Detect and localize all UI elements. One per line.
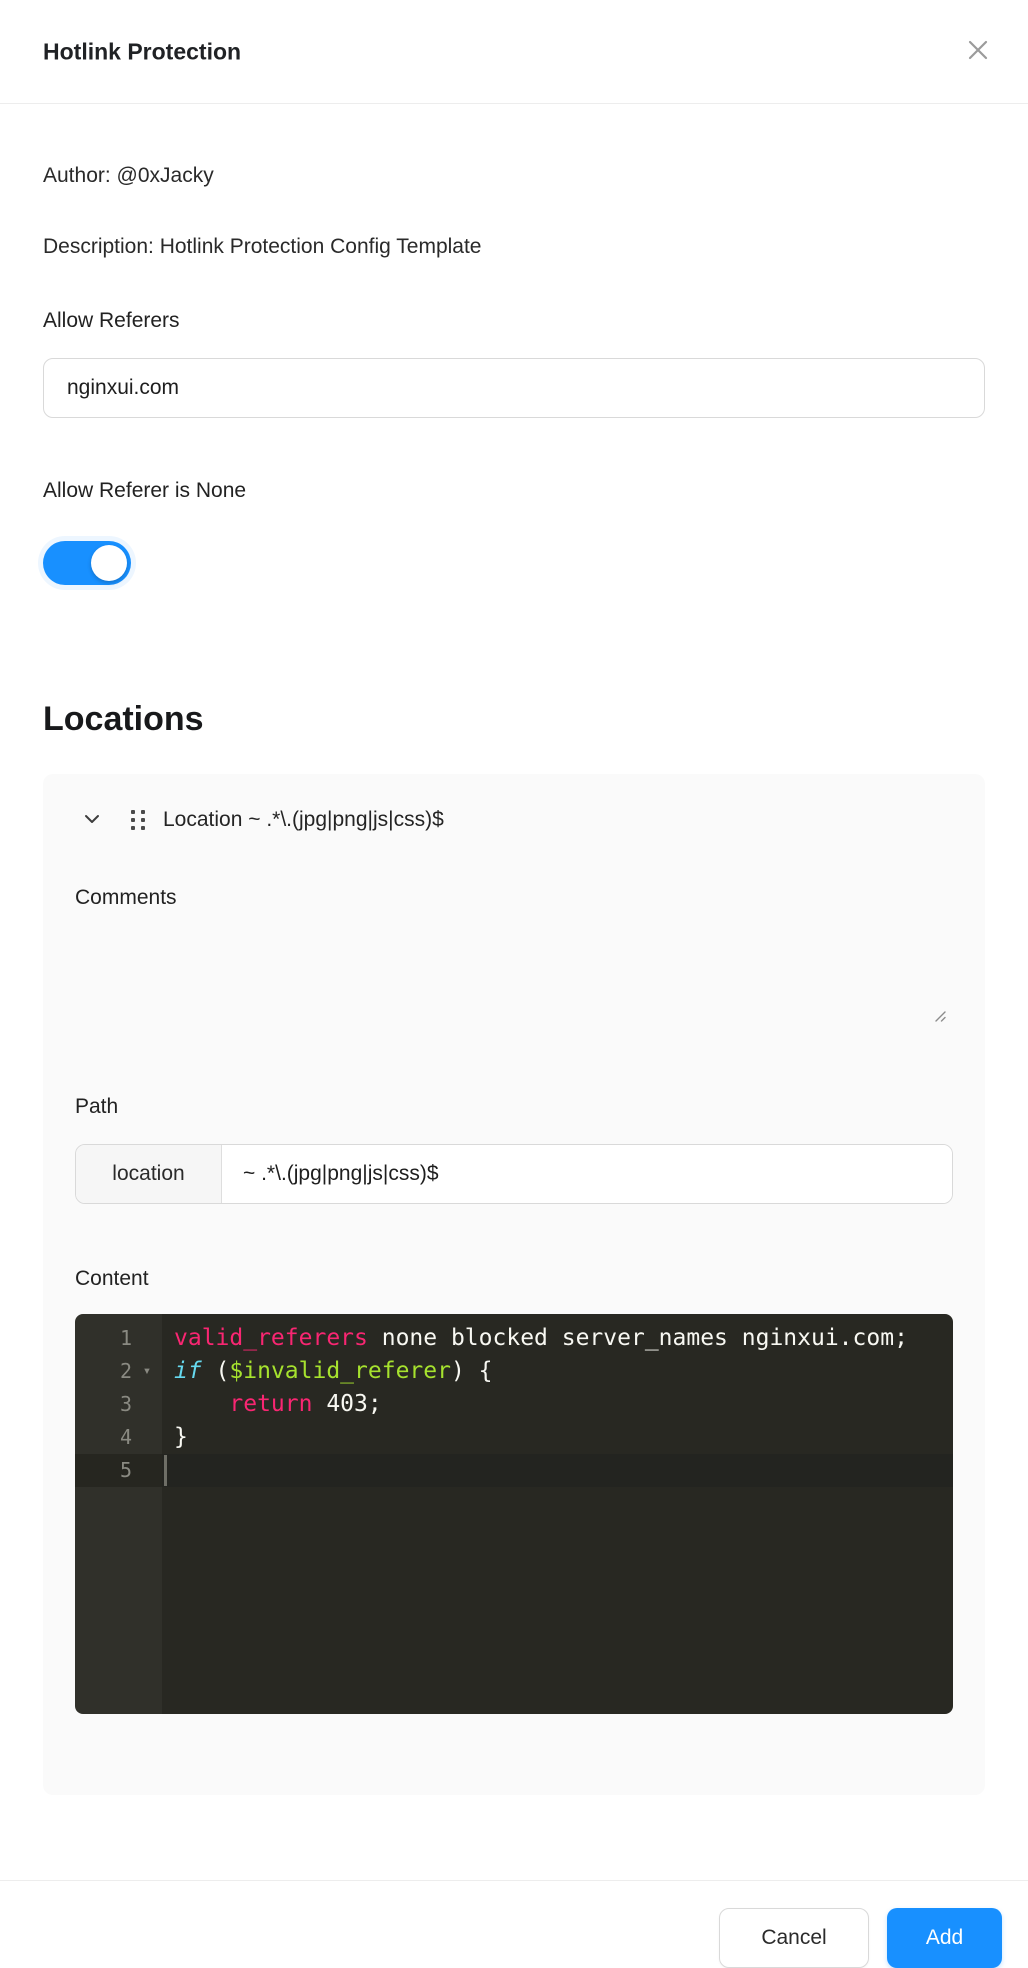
allow-referer-none-toggle[interactable] <box>43 541 131 585</box>
code-line: valid_referers none blocked server_names… <box>162 1322 953 1355</box>
gutter-line-number: 5 <box>75 1454 162 1487</box>
gutter-line-number: 3 <box>75 1388 162 1421</box>
locations-heading: Locations <box>43 697 985 741</box>
path-label: Path <box>75 1093 953 1121</box>
hotlink-protection-modal: Hotlink Protection Author: @0xJacky Desc… <box>0 0 1028 1968</box>
chevron-down-icon <box>82 809 102 832</box>
modal-title: Hotlink Protection <box>43 38 241 65</box>
author-text: Author: @0xJacky <box>43 162 985 190</box>
content-label: Content <box>75 1265 953 1293</box>
path-addon: location <box>76 1145 222 1203</box>
gutter-line-number: 2▾ <box>75 1355 162 1388</box>
drag-handle-icon[interactable] <box>125 807 151 833</box>
fold-arrow-icon[interactable]: ▾ <box>132 1355 162 1388</box>
add-button[interactable]: Add <box>887 1908 1002 1968</box>
location-card: Location ~ .*\.(jpg|png|js|css)$ Comment… <box>43 774 985 1795</box>
allow-referers-label: Allow Referers <box>43 307 985 335</box>
code-area: valid_referers none blocked server_names… <box>162 1314 953 1714</box>
gutter-line-number: 1 <box>75 1322 162 1355</box>
gutter-line-number: 4 <box>75 1421 162 1454</box>
allow-referer-none-label: Allow Referer is None <box>43 477 985 505</box>
close-icon <box>965 37 991 66</box>
close-button[interactable] <box>960 34 996 70</box>
description-text: Description: Hotlink Protection Config T… <box>43 233 985 261</box>
collapse-button[interactable] <box>77 805 107 835</box>
code-line: } <box>162 1421 953 1454</box>
allow-referers-input[interactable] <box>43 358 985 418</box>
code-editor[interactable]: 12▾345 valid_referers none blocked serve… <box>75 1314 953 1714</box>
footer-divider <box>0 1880 1028 1881</box>
resize-handle-icon[interactable] <box>932 1008 947 1028</box>
toggle-knob <box>91 545 127 581</box>
modal-footer: Cancel Add <box>0 1908 1028 1968</box>
code-line <box>162 1454 953 1487</box>
comments-textarea[interactable] <box>75 918 953 1040</box>
location-card-header: Location ~ .*\.(jpg|png|js|css)$ <box>75 802 953 838</box>
cancel-button[interactable]: Cancel <box>719 1908 869 1968</box>
location-title: Location ~ .*\.(jpg|png|js|css)$ <box>163 808 444 832</box>
text-cursor <box>164 1455 167 1486</box>
modal-body: Author: @0xJacky Description: Hotlink Pr… <box>0 104 1028 1816</box>
comments-label: Comments <box>75 884 953 912</box>
path-input-group: location <box>75 1144 953 1204</box>
code-gutter: 12▾345 <box>75 1314 162 1714</box>
modal-header: Hotlink Protection <box>0 0 1028 104</box>
code-line: if ($invalid_referer) { <box>162 1355 953 1388</box>
code-line: return 403; <box>162 1388 953 1421</box>
comments-field-wrap <box>75 918 953 1040</box>
path-input[interactable] <box>222 1145 952 1203</box>
